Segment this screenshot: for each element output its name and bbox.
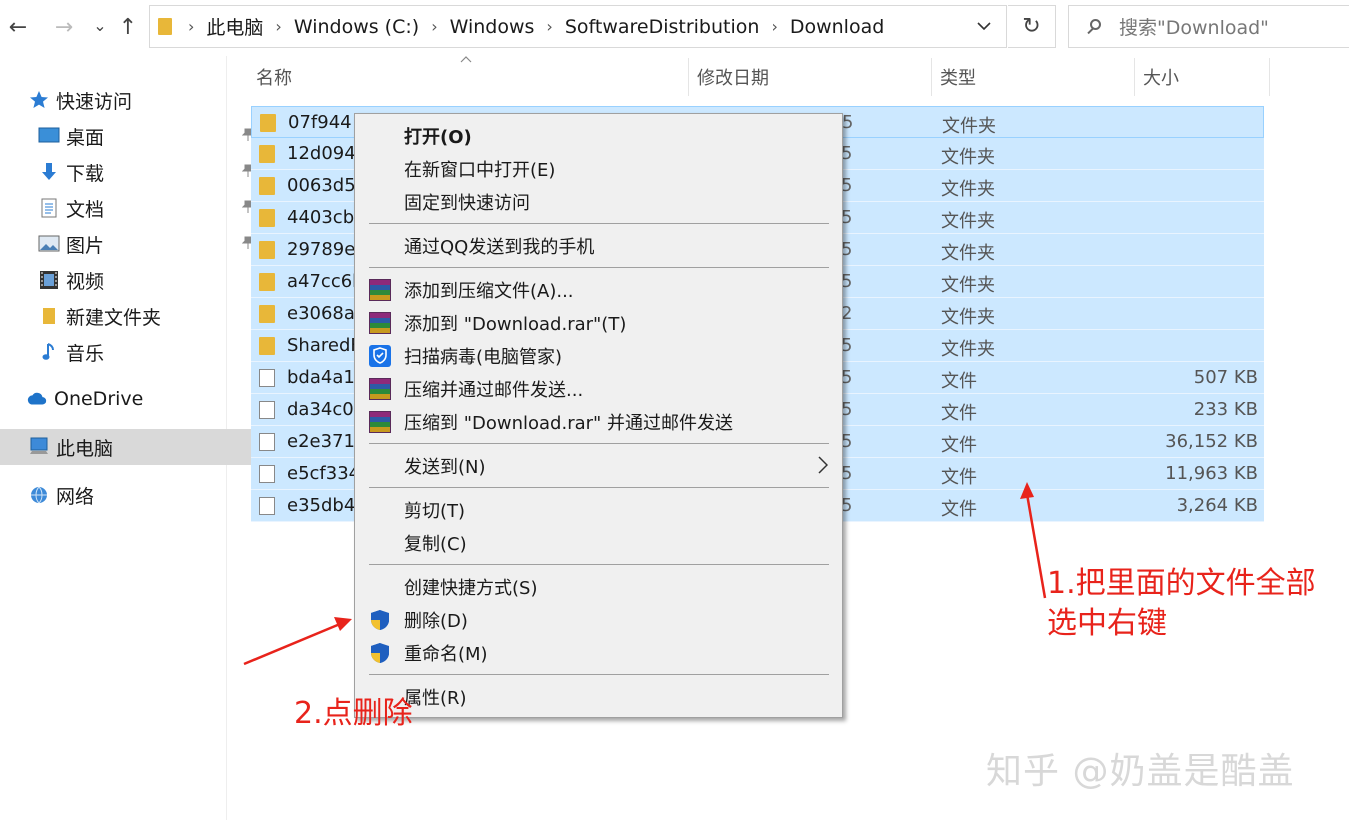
watermark: 知乎 @奶盖是酷盖 xyxy=(986,751,1295,792)
annotation-step2: 2.点删除 xyxy=(294,696,413,731)
annotation-arrows xyxy=(243,482,1047,666)
annotation-step1: 1.把里面的文件全部 选中右键 xyxy=(1047,566,1316,641)
annotation-arrowhead-step1 xyxy=(1020,482,1034,499)
annotation-arrow-step1 xyxy=(1025,493,1047,599)
annotation-arrowhead-step2 xyxy=(334,617,352,631)
annotation-arrow-step2 xyxy=(243,622,341,666)
